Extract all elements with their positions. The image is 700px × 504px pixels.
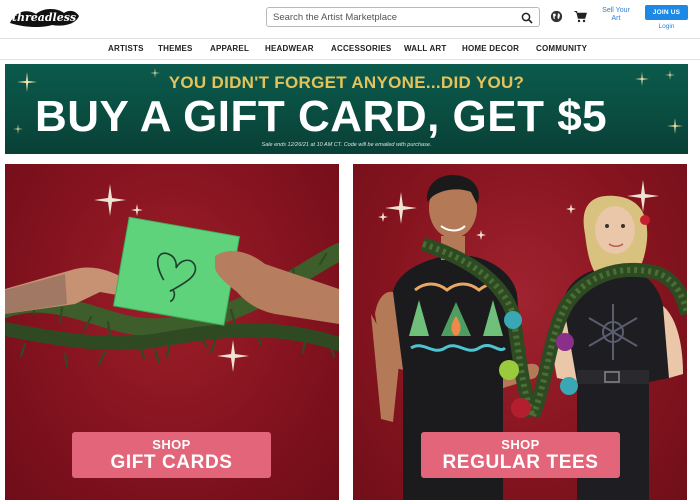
nav-item-community[interactable]: COMMUNITY xyxy=(536,44,587,53)
banner-headline-main: BUY A GIFT CARD, GET $5 xyxy=(35,92,608,141)
gift-cards-promo[interactable]: SHOP GIFT CARDS xyxy=(5,164,339,500)
regular-tees-label: REGULAR TEES xyxy=(442,452,599,473)
nav-item-home-decor[interactable]: HOME DECOR xyxy=(462,44,519,53)
ornament xyxy=(504,311,522,329)
ornament xyxy=(640,215,650,225)
banner-fine-print: Sale ends 12/26/21 at 10 AM CT. Code wil… xyxy=(261,142,432,148)
shop-gift-cards-button[interactable]: SHOP GIFT CARDS xyxy=(72,432,271,478)
nav-item-artists[interactable]: ARTISTS xyxy=(108,44,144,53)
sell-your-art-link[interactable]: Sell Your Art xyxy=(601,7,631,23)
main-nav: ARTISTS THEMES APPAREL HEADWEAR ACCESSOR… xyxy=(0,38,700,60)
search-bar xyxy=(266,7,540,27)
ornament xyxy=(560,377,578,395)
gift-card-banner[interactable]: YOU DIDN'T FORGET ANYONE...DID YOU? BUY … xyxy=(5,64,688,154)
search-input[interactable] xyxy=(273,10,513,24)
sparkle-icon xyxy=(13,124,23,134)
nav-item-accessories[interactable]: ACCESSORIES xyxy=(331,44,391,53)
login-link[interactable]: Login xyxy=(645,23,688,30)
regular-tees-promo[interactable]: SHOP REGULAR TEES xyxy=(353,164,687,500)
ornament xyxy=(556,333,574,351)
cart-icon[interactable] xyxy=(574,10,587,23)
shop-regular-tees-button[interactable]: SHOP REGULAR TEES xyxy=(421,432,620,478)
nav-item-wall-art[interactable]: WALL ART xyxy=(404,44,446,53)
logo-text: threadless xyxy=(12,11,76,24)
nav-item-themes[interactable]: THEMES xyxy=(158,44,193,53)
shop-label: SHOP xyxy=(152,437,191,452)
gift-cards-label: GIFT CARDS xyxy=(110,452,233,473)
globe-icon[interactable] xyxy=(550,10,563,23)
search-icon[interactable] xyxy=(521,12,533,24)
site-header: threadless Sell Your Art JOIN US Login xyxy=(0,0,700,36)
ornament xyxy=(511,398,531,418)
join-us-button[interactable]: JOIN US xyxy=(645,5,688,20)
banner-headline-top: YOU DIDN'T FORGET ANYONE...DID YOU? xyxy=(168,73,525,92)
ornament xyxy=(499,360,519,380)
threadless-logo[interactable]: threadless xyxy=(6,4,82,30)
shop-label: SHOP xyxy=(501,437,540,452)
nav-item-apparel[interactable]: APPAREL xyxy=(210,44,249,53)
nav-item-headwear[interactable]: HEADWEAR xyxy=(265,44,314,53)
